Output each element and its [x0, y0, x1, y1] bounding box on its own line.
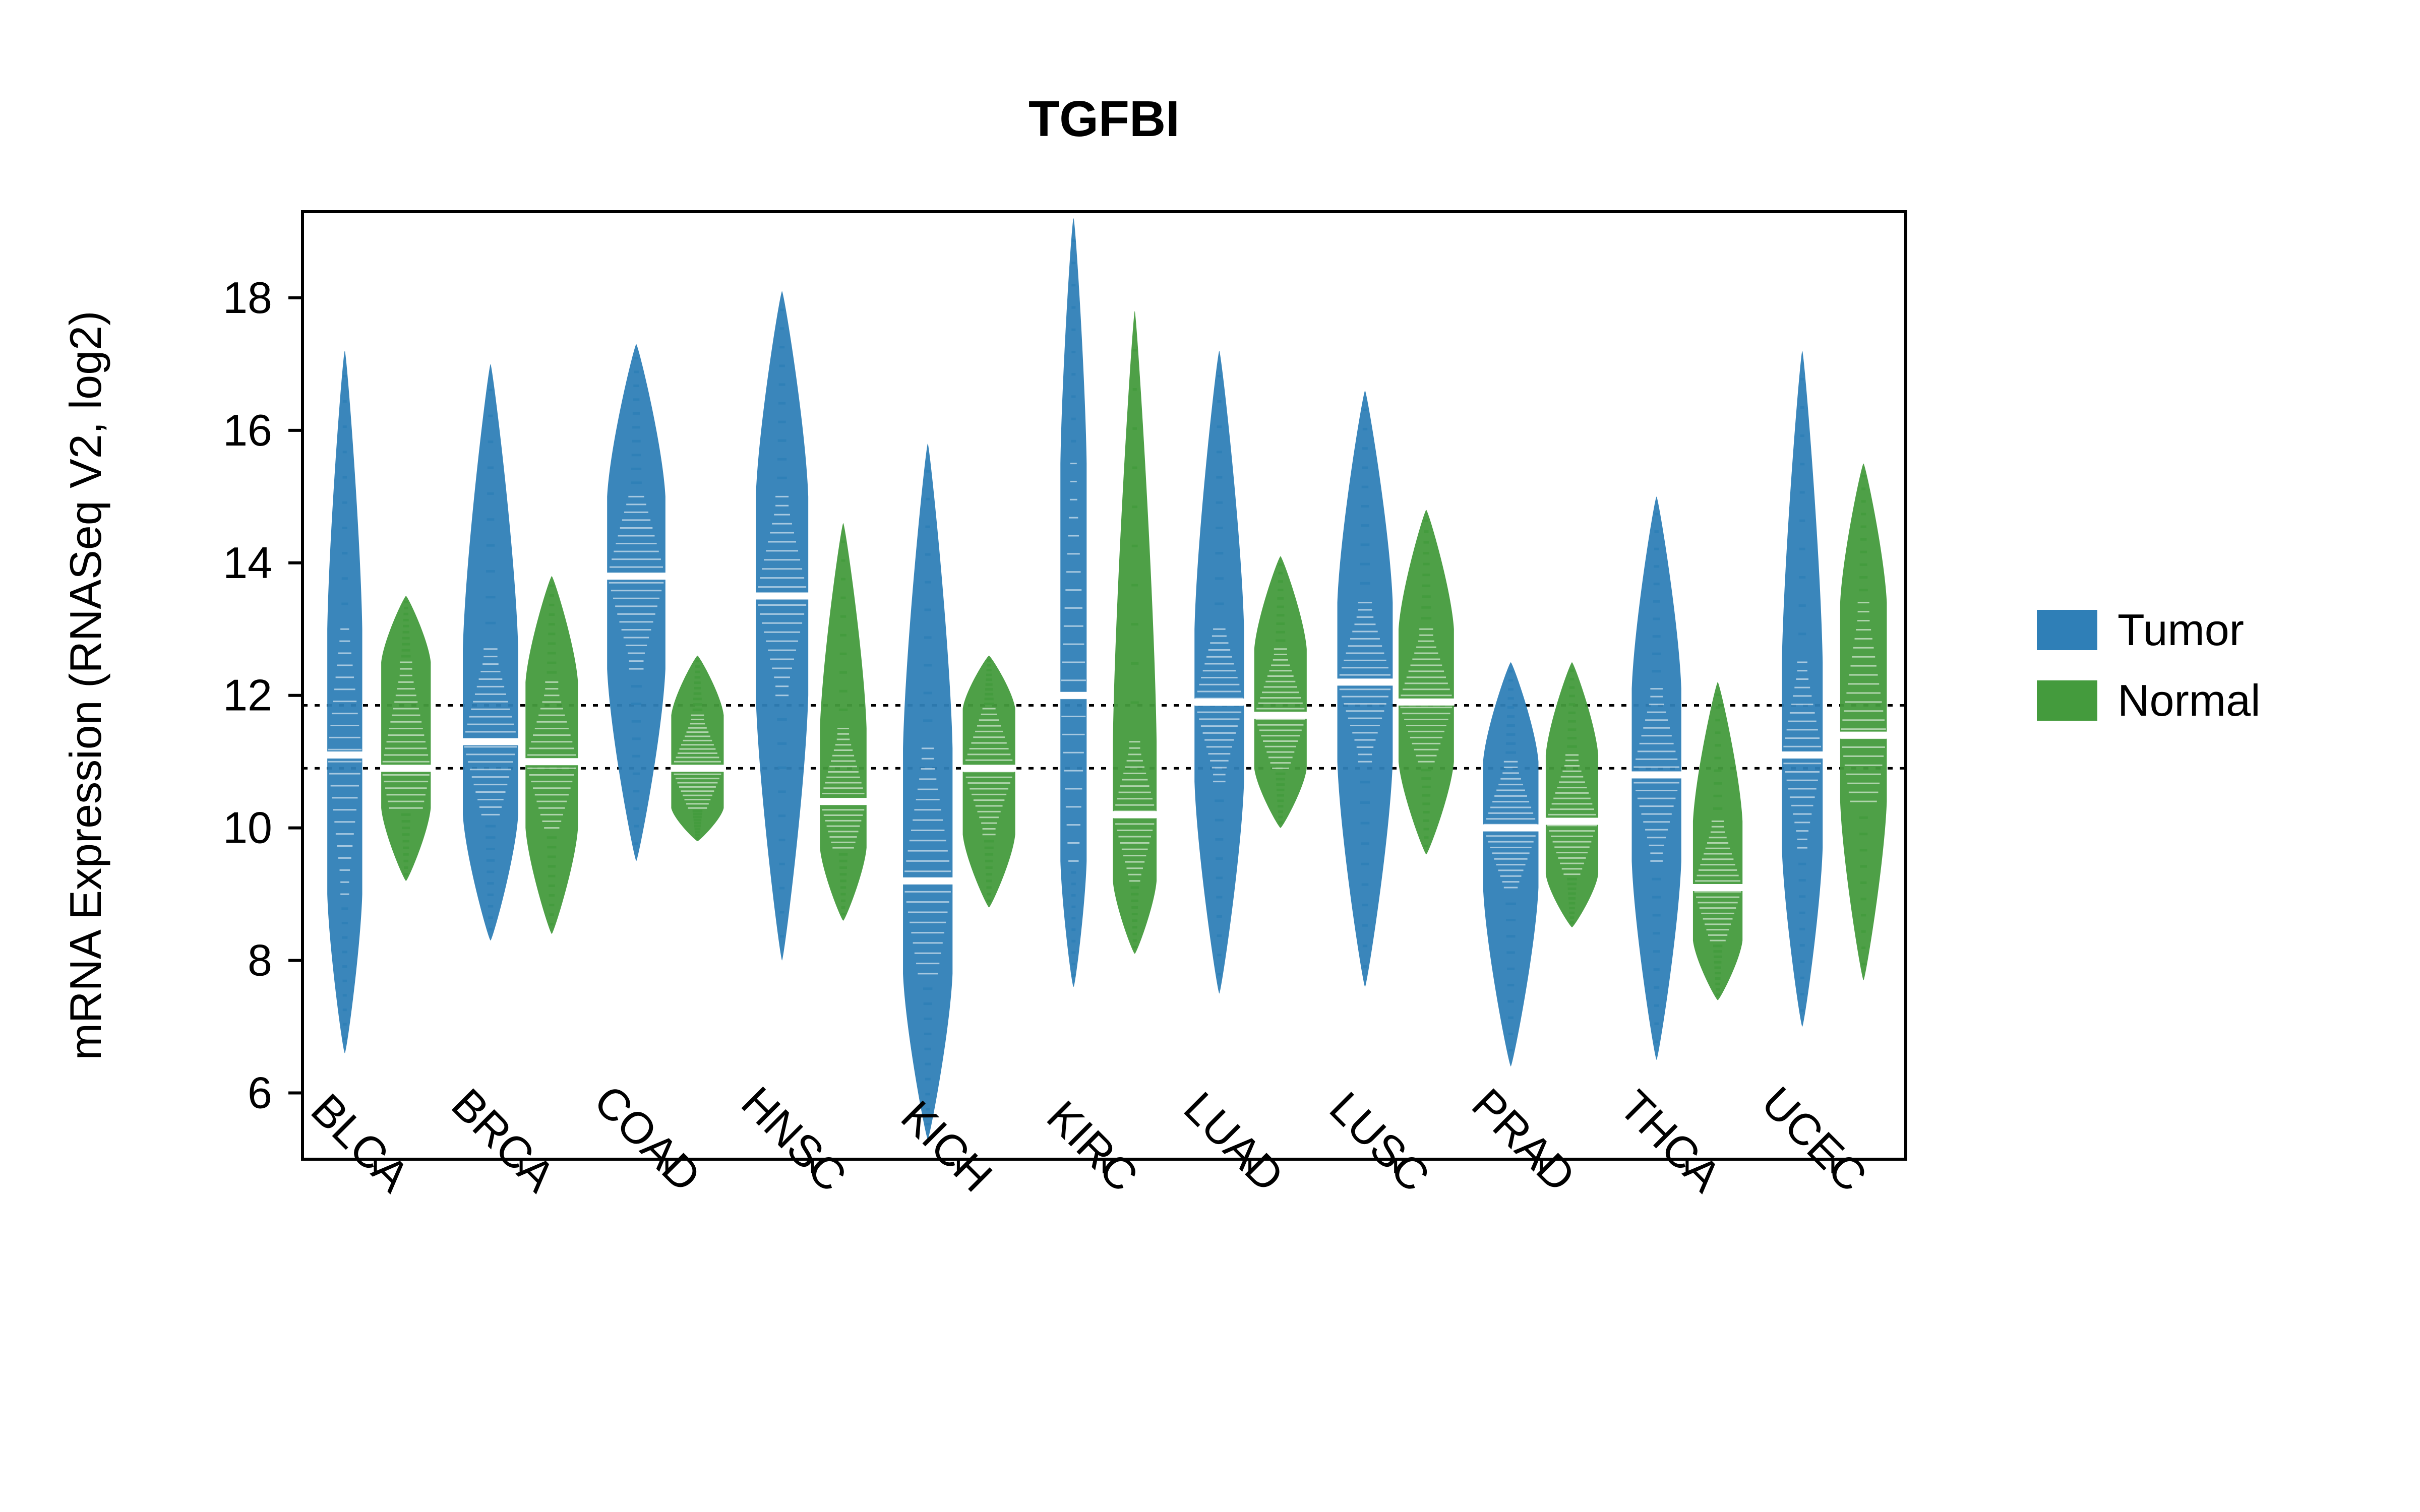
- y-tick-label: 6: [248, 1068, 272, 1118]
- violin-shape: [1840, 464, 1887, 980]
- y-tick-label: 16: [223, 405, 272, 455]
- x-tick-label: UCEC: [1752, 1077, 1877, 1201]
- x-tick-label: KICH: [892, 1091, 1002, 1202]
- chart-title: TGFBI: [1028, 91, 1180, 147]
- x-tick-label: COAD: [585, 1076, 711, 1202]
- legend-swatch-normal: [2037, 680, 2097, 721]
- violin-shape: [1782, 351, 1823, 1027]
- x-tick-label: KIRC: [1038, 1091, 1148, 1202]
- legend-label-tumor: Tumor: [2118, 605, 2244, 655]
- x-tick-label: BRCA: [442, 1079, 565, 1202]
- y-tick-label: 12: [223, 670, 272, 720]
- violin-shape: [1113, 311, 1157, 954]
- x-tick-label: PRAD: [1463, 1079, 1585, 1202]
- x-tick-label: BLCA: [302, 1084, 419, 1202]
- legend: Tumor Normal: [2037, 605, 2261, 725]
- violin-shapes: [327, 218, 1887, 1139]
- y-tick-label: 8: [248, 935, 272, 985]
- violin-shape: [463, 364, 518, 940]
- x-axis-ticks: BLCABRCACOADHNSC KICH KIRCLUADLUSCPRADTHCA…: [302, 1076, 1877, 1202]
- y-tick-label: 14: [223, 538, 272, 588]
- legend-label-normal: Normal: [2118, 675, 2261, 725]
- violin-chart: TGFBI mRNA Expression (RNASeq V2, log2) …: [0, 0, 2420, 1512]
- x-tick-label: LUAD: [1175, 1082, 1294, 1201]
- y-tick-label: 10: [223, 803, 272, 853]
- x-tick-label: LUSC: [1320, 1082, 1439, 1201]
- violin-shape: [756, 291, 808, 961]
- violin-shape: [607, 344, 666, 861]
- x-tick-label: HNSC: [732, 1077, 856, 1201]
- y-tick-label: 18: [223, 273, 272, 323]
- x-tick-label: THCA: [1610, 1081, 1731, 1202]
- y-axis-title: mRNA Expression (RNASeq V2, log2): [60, 311, 110, 1060]
- y-axis-ticks: 6 8 10 12 14 16 18: [223, 273, 302, 1118]
- legend-swatch-tumor: [2037, 610, 2097, 650]
